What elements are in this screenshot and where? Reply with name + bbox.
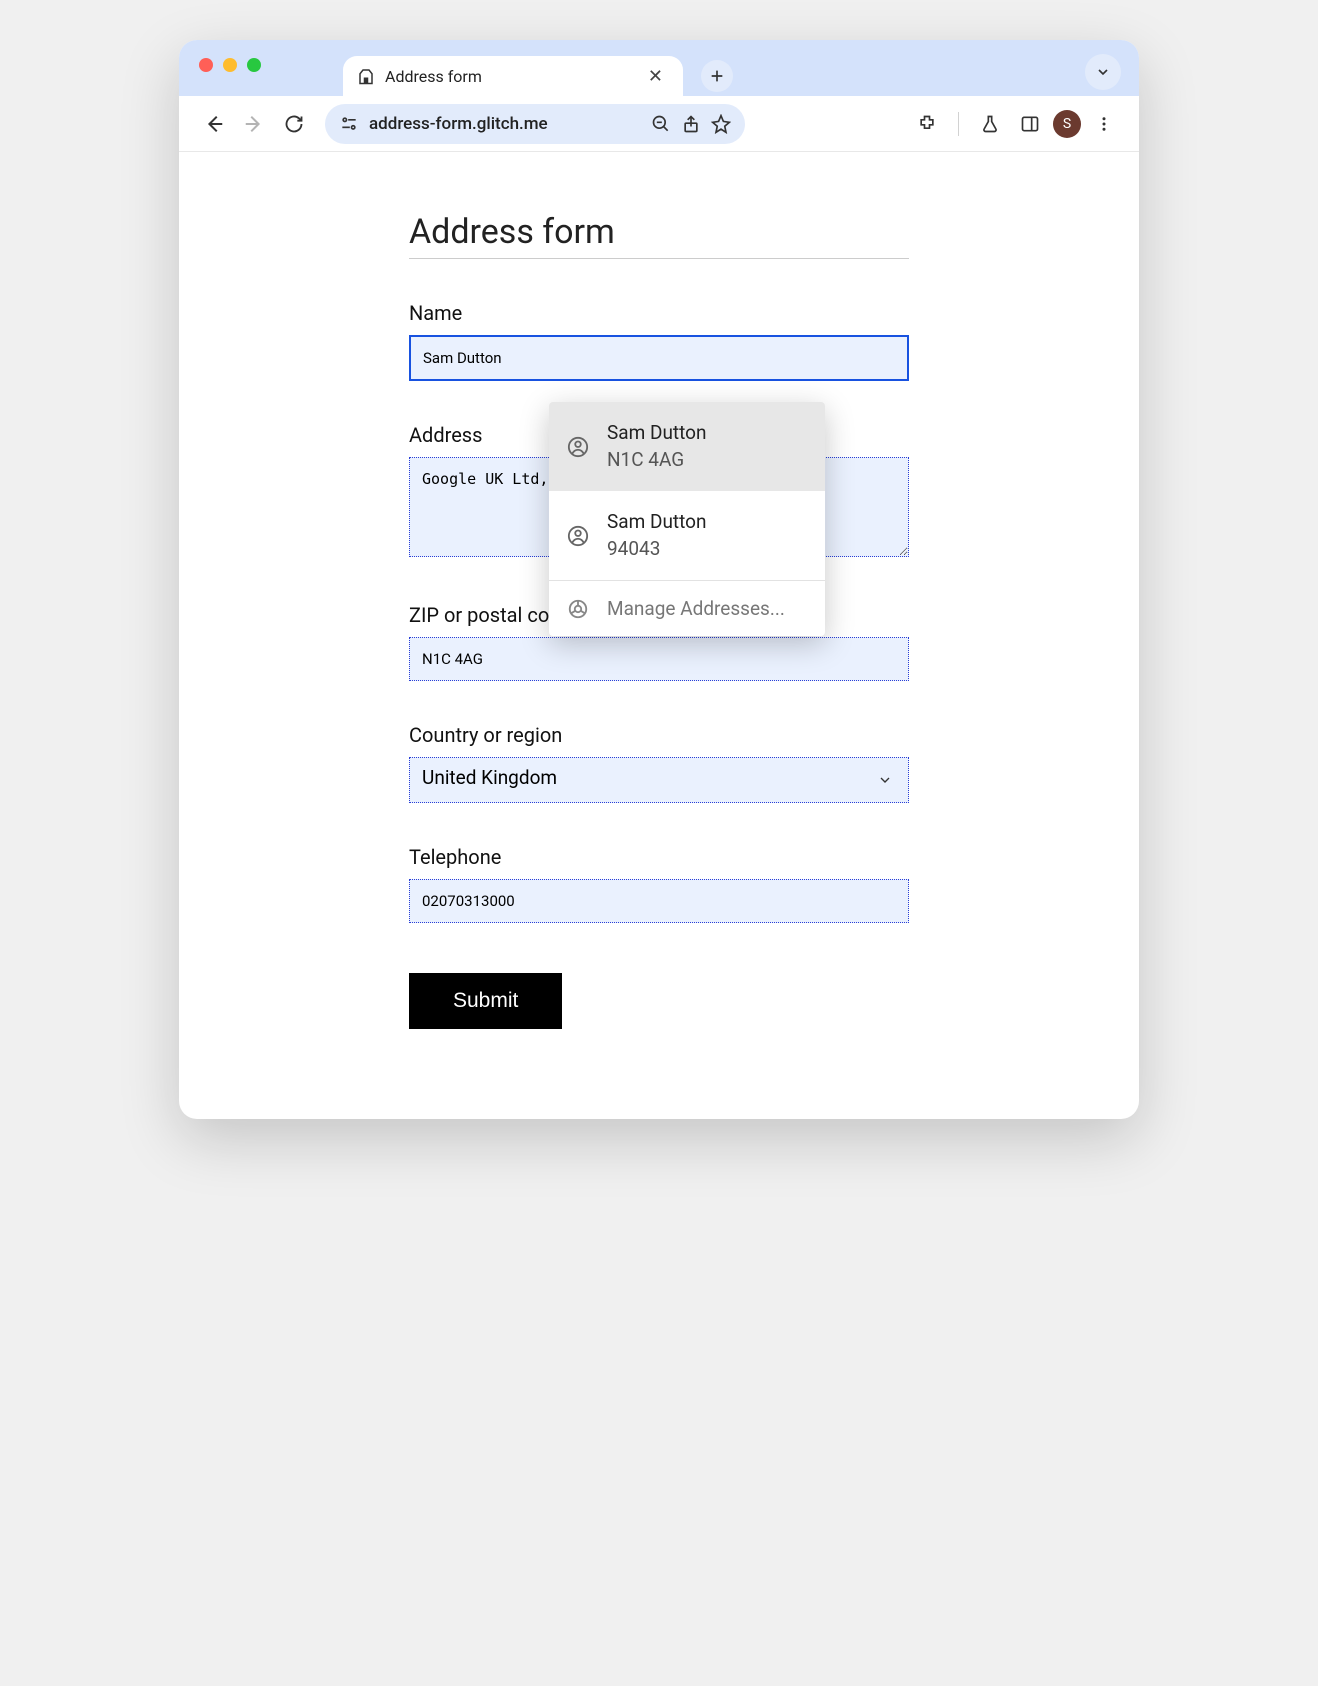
tabs-dropdown-button[interactable] [1085,54,1121,90]
reload-button[interactable] [277,107,311,141]
browser-toolbar: address-form.glitch.me S [179,96,1139,152]
autofill-suggestion[interactable]: Sam Dutton 94043 [549,491,825,580]
sidepanel-icon[interactable] [1013,107,1047,141]
chrome-icon [567,598,589,620]
site-settings-icon[interactable] [339,114,359,134]
tab-close-button[interactable]: ✕ [642,64,669,89]
browser-tab[interactable]: Address form ✕ [343,56,683,96]
name-input[interactable] [409,335,909,381]
tab-title: Address form [385,67,482,86]
label-phone: Telephone [409,845,909,869]
maximize-window-button[interactable] [247,58,261,72]
autofill-detail: N1C 4AG [607,447,707,474]
menu-button[interactable] [1087,107,1121,141]
site-icon [357,67,375,85]
page-content: Address form Name Address ZIP or postal … [179,152,1139,1119]
field-country: Country or region United Kingdom [409,723,909,803]
phone-input[interactable] [409,879,909,923]
window-controls [199,58,261,72]
autofill-suggestion[interactable]: Sam Dutton N1C 4AG [549,402,825,491]
url-text: address-form.glitch.me [369,114,548,134]
labs-icon[interactable] [973,107,1007,141]
autofill-name: Sam Dutton [607,420,707,447]
person-icon [567,525,589,547]
zip-input[interactable] [409,637,909,681]
country-select[interactable]: United Kingdom [409,757,909,803]
manage-addresses-button[interactable]: Manage Addresses... [549,581,825,636]
browser-window: Address form ✕ address-form.glitch.me [179,40,1139,1119]
profile-avatar[interactable]: S [1053,110,1081,138]
field-name: Name [409,301,909,381]
autofill-popup: Sam Dutton N1C 4AG Sam Dutton 94043 Mana… [549,402,825,636]
label-name: Name [409,301,909,325]
toolbar-separator [958,112,959,136]
window-titlebar: Address form ✕ [179,40,1139,96]
address-bar[interactable]: address-form.glitch.me [325,104,745,144]
submit-button[interactable]: Submit [409,973,562,1029]
share-icon[interactable] [681,114,701,134]
autofill-name: Sam Dutton [607,509,707,536]
page-heading: Address form [409,212,909,259]
field-phone: Telephone [409,845,909,923]
label-country: Country or region [409,723,909,747]
close-window-button[interactable] [199,58,213,72]
extensions-icon[interactable] [910,107,944,141]
back-button[interactable] [197,107,231,141]
bookmark-icon[interactable] [711,114,731,134]
minimize-window-button[interactable] [223,58,237,72]
forward-button[interactable] [237,107,271,141]
autofill-detail: 94043 [607,536,707,563]
zoom-icon[interactable] [651,114,671,134]
person-icon [567,436,589,458]
manage-addresses-label: Manage Addresses... [607,597,785,620]
new-tab-button[interactable] [701,60,733,92]
avatar-letter: S [1063,116,1071,132]
